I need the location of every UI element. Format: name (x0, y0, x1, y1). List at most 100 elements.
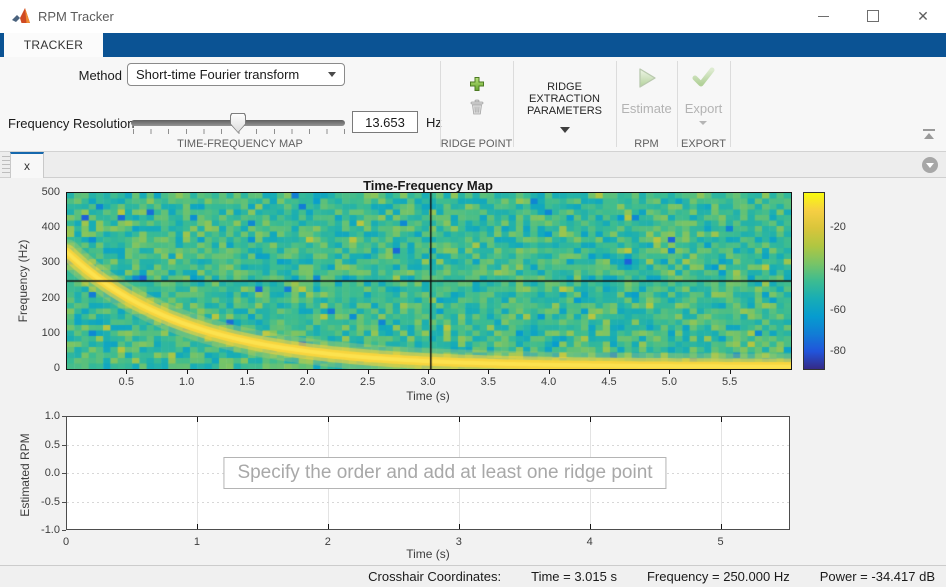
ribbon-tab-band: TRACKER (0, 33, 946, 57)
x-tick-mark (669, 370, 671, 374)
x-tick-mark (458, 417, 460, 422)
figure-panel: Time-Frequency Map 0.5 1.0 1.5 2.0 2.5 3.0 3.5… (0, 178, 946, 565)
x-tick-mark (458, 524, 460, 529)
y-tick-mark (62, 416, 66, 417)
close-icon: ✕ (917, 8, 929, 24)
plus-icon[interactable] (469, 76, 485, 92)
method-dropdown-value: Short-time Fourier transform (136, 67, 300, 82)
maximize-icon (867, 10, 879, 22)
y-tick-label: 400 (41, 221, 60, 234)
x-tick-label: 4.5 (601, 376, 617, 388)
play-icon[interactable] (636, 66, 658, 90)
drag-grip-icon[interactable] (2, 156, 10, 174)
x-tick-label: 5.5 (722, 376, 738, 388)
collapse-up-icon (924, 133, 934, 139)
freq-resolution-label: Frequency Resolution (8, 116, 135, 131)
spectrogram-title: Time-Frequency Map (363, 178, 493, 193)
crosshair-frequency: Frequency = 250.000 Hz (646, 569, 790, 584)
section-divider (730, 61, 731, 147)
rep-line-2: EXTRACTION (529, 93, 600, 105)
x-tick-mark (488, 370, 490, 374)
y-tick-label: 1.0 (44, 410, 60, 422)
x-tick-mark (428, 370, 429, 374)
x-tick-mark (367, 370, 369, 374)
x-tick-label: 1.0 (179, 376, 195, 388)
y-tick-label: 100 (41, 326, 60, 339)
tab-options-button[interactable] (922, 157, 938, 173)
x-tick-mark (247, 370, 248, 374)
y-tick-mark (62, 444, 66, 446)
freq-resolution-input[interactable] (352, 111, 418, 133)
x-tick-mark (126, 370, 128, 374)
spectrogram-xlabel: Time (s) (406, 389, 450, 403)
x-tick-label: 1.5 (239, 376, 255, 388)
minimize-icon (817, 15, 829, 17)
section-rpm: RPM (634, 138, 659, 150)
maximize-button[interactable] (853, 0, 893, 32)
grid-line (67, 444, 789, 446)
document-tab-bar: x (0, 152, 946, 178)
rpm-xlabel: Time (s) (406, 547, 450, 561)
estimate-button[interactable]: Estimate (616, 101, 677, 116)
ridge-extraction-parameters-button[interactable]: RIDGE EXTRACTION PARAMETERS (513, 81, 616, 117)
minimize-button[interactable] (803, 0, 843, 32)
colorbar-tick-label: -40 (830, 262, 846, 275)
crosshair-time: Time = 3.015 s (531, 569, 617, 584)
x-tick-mark (196, 417, 198, 422)
chevron-down-icon (328, 72, 336, 77)
y-tick-mark (62, 473, 66, 474)
x-tick-mark (327, 524, 329, 529)
colorbar-tick-label: -20 (830, 221, 846, 234)
tab-tracker[interactable]: TRACKER (4, 33, 103, 57)
x-tick-mark (307, 370, 309, 374)
x-tick-mark (186, 370, 188, 374)
x-tick-mark (720, 417, 722, 422)
trash-icon[interactable] (469, 99, 485, 115)
spectrogram-ylabel: Frequency (Hz) (16, 239, 30, 323)
y-tick-mark (62, 530, 66, 531)
window-title: RPM Tracker (38, 9, 114, 24)
spectrogram-plot[interactable] (66, 192, 792, 370)
x-tick-mark (720, 524, 722, 529)
rpm-ylabel: Estimated RPM (18, 433, 32, 517)
x-tick-mark (196, 524, 198, 529)
status-bar: Crosshair Coordinates: Time = 3.015 s Fr… (0, 565, 946, 587)
title-bar: RPM Tracker ✕ (0, 0, 946, 33)
x-tick-label: 4.0 (541, 376, 557, 388)
x-tick-mark (589, 417, 591, 422)
x-tick-label: 2.5 (360, 376, 376, 388)
x-tick-label: 3.5 (480, 376, 496, 388)
export-button[interactable]: Export (677, 101, 730, 116)
ridge-point-hint-message: Specify the order and add at least one r… (223, 457, 667, 489)
tab-x[interactable]: x (10, 152, 44, 178)
colorbar-tick-label: -80 (830, 345, 846, 358)
y-tick-mark (62, 501, 66, 503)
collapse-ribbon-button[interactable] (922, 129, 936, 141)
grid-line (67, 501, 789, 503)
rpm-tracker-window: RPM Tracker ✕ TRACKER Method Short-time … (0, 0, 946, 587)
chevron-down-icon (560, 127, 570, 133)
y-tick-label: 500 (41, 186, 60, 198)
method-label: Method (78, 68, 122, 83)
section-divider (440, 61, 441, 147)
section-ridge-point: RIDGE POINT (440, 138, 513, 150)
y-tick-label: 0.0 (44, 467, 60, 479)
section-time-frequency-map: TIME-FREQUENCY MAP (177, 138, 303, 150)
method-dropdown[interactable]: Short-time Fourier transform (127, 63, 345, 86)
x-tick-mark (589, 524, 591, 529)
y-tick-label: -0.5 (41, 495, 60, 508)
circle-down-arrow-icon (926, 162, 934, 168)
rep-line-1: RIDGE (547, 81, 582, 93)
rep-line-3: PARAMETERS (527, 105, 602, 117)
x-tick-mark (729, 370, 731, 374)
x-tick-label: 2.0 (299, 376, 315, 388)
x-tick-mark (327, 417, 329, 422)
matlab-logo-icon (12, 8, 30, 23)
chevron-down-icon (699, 121, 707, 125)
y-tick-label: -1.0 (41, 524, 60, 536)
close-button[interactable]: ✕ (903, 0, 943, 32)
colorbar (803, 192, 825, 370)
section-export: EXPORT (680, 138, 727, 150)
collapse-up-icon (923, 129, 935, 131)
check-icon[interactable] (691, 67, 715, 88)
